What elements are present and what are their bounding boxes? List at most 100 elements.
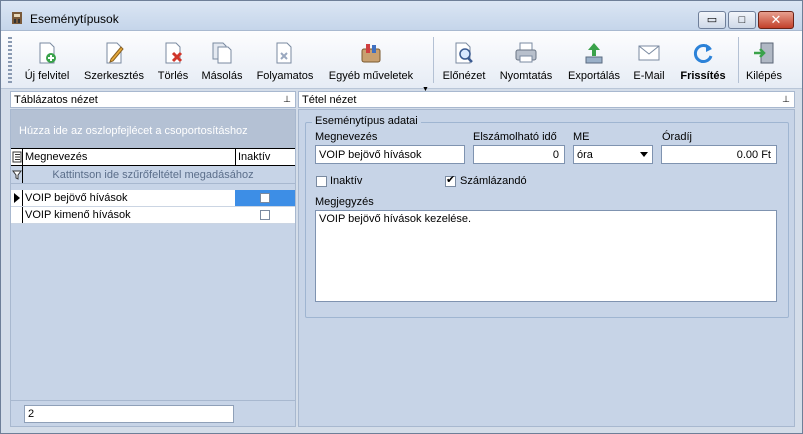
row-inactive-cell: [235, 207, 295, 223]
note-label: Megjegyzés: [315, 196, 374, 208]
column-separator: [235, 149, 236, 165]
filter-row[interactable]: Kattintson ide szűrőfeltétel megadásához: [11, 166, 295, 184]
row-indicator: [11, 190, 23, 206]
copy-icon: [212, 42, 232, 64]
continuous-label: Folyamatos: [256, 70, 314, 82]
copy-button[interactable]: Másolás: [199, 35, 245, 87]
exit-button[interactable]: Kilépés: [743, 35, 785, 87]
preview-label: Előnézet: [442, 70, 486, 82]
row-indicator: [11, 207, 23, 223]
toolbar-grip[interactable]: [8, 37, 12, 83]
row-inactive-cell: [235, 190, 295, 206]
other-actions-label: Egyéb műveletek: [328, 70, 414, 82]
table-row[interactable]: VOIP kimenő hívások: [11, 207, 295, 224]
refresh-button[interactable]: Frissítés: [675, 35, 731, 87]
new-label: Új felvitel: [24, 70, 70, 82]
group-by-hint: Húzza ide az oszlopfejlécet a csoportosí…: [19, 125, 248, 137]
record-count: 2: [28, 408, 35, 420]
detail-view-title: Tétel nézet: [302, 94, 357, 106]
billable-time-field[interactable]: 0: [473, 145, 565, 164]
grid-header-row: Megnevezés Inaktív: [11, 148, 295, 166]
new-button[interactable]: Új felvitel: [19, 35, 75, 87]
detail-view-header: Tétel nézet ⊥: [298, 91, 795, 108]
print-button[interactable]: Nyomtatás: [495, 35, 557, 87]
exit-label: Kilépés: [745, 70, 783, 82]
grid-footer: 2: [11, 400, 295, 426]
delete-label: Törlés: [157, 70, 189, 82]
grid-view-panel: Húzza ide az oszlopfejlécet a csoportosí…: [10, 109, 296, 427]
detail-view-panel: Eseménytípus adatai Megnevezés VOIP bejö…: [298, 109, 795, 427]
copy-label: Másolás: [201, 70, 243, 82]
export-button[interactable]: Exportálás: [563, 35, 625, 87]
billable-label: Számlázandó: [460, 175, 527, 187]
group-by-area[interactable]: Húzza ide az oszlopfejlécet a csoportosí…: [11, 110, 295, 148]
title-bar: Eseménytípusok ▭ □ ✕: [1, 1, 802, 31]
window-title: Eseménytípusok: [30, 12, 119, 26]
inactive-checkbox[interactable]: [260, 210, 270, 220]
column-list-icon: [12, 151, 22, 163]
minimize-icon: ▭: [706, 14, 718, 26]
hourly-rate-field[interactable]: 0.00 Ft: [661, 145, 777, 164]
unit-value: óra: [577, 149, 593, 161]
name-label: Megnevezés: [315, 131, 378, 143]
row-name: VOIP bejövő hívások: [25, 192, 128, 204]
tools-icon: [361, 44, 381, 63]
edit-icon: [106, 42, 124, 64]
inactive-label: Inaktív: [330, 175, 363, 187]
chevron-down-icon[interactable]: [640, 152, 648, 157]
data-grid: Megnevezés Inaktív Kattintson ide szűrőf…: [11, 148, 295, 400]
maximize-button[interactable]: □: [728, 11, 756, 29]
minimize-button[interactable]: ▭: [698, 11, 726, 29]
new-document-icon: [39, 42, 56, 64]
preview-icon: [455, 42, 473, 64]
column-chooser-button[interactable]: [11, 149, 23, 165]
group-title: Eseménytípus adatai: [312, 115, 421, 127]
row-name: VOIP kimenő hívások: [25, 209, 131, 221]
export-label: Exportálás: [568, 70, 620, 82]
grid-view-header: Táblázatos nézet ⊥: [10, 91, 296, 108]
envelope-icon: [638, 45, 660, 61]
edit-button[interactable]: Szerkesztés: [81, 35, 147, 87]
toolbar: Új felvitel Szerkesztés Törlés Másolás F…: [1, 31, 802, 93]
check-icon: ✔: [446, 174, 456, 186]
toolbar-separator: [433, 37, 434, 83]
edit-label: Szerkesztés: [84, 70, 144, 82]
event-type-data-group: Eseménytípus adatai Megnevezés VOIP bejö…: [305, 115, 789, 318]
refresh-label: Frissítés: [680, 70, 726, 82]
unit-select[interactable]: óra: [573, 145, 653, 164]
table-row[interactable]: VOIP bejövő hívások: [11, 190, 295, 207]
continuous-button[interactable]: Folyamatos: [253, 35, 317, 87]
current-row-icon: [14, 193, 20, 203]
email-label: E-Mail: [633, 70, 665, 82]
close-button[interactable]: ✕: [758, 11, 794, 29]
other-actions-button[interactable]: Egyéb műveletek: [325, 35, 417, 87]
preview-button[interactable]: Előnézet: [439, 35, 489, 87]
name-field[interactable]: VOIP bejövő hívások: [315, 145, 465, 164]
column-header-name[interactable]: Megnevezés: [25, 151, 87, 163]
continuous-icon: [276, 42, 292, 64]
maximize-icon: □: [738, 14, 746, 26]
refresh-icon: [693, 44, 713, 63]
note-textarea[interactable]: VOIP bejövő hívások kezelése.: [315, 210, 777, 302]
delete-button[interactable]: Törlés: [153, 35, 193, 87]
filter-hint: Kattintson ide szűrőfeltétel megadásához: [52, 169, 254, 181]
billable-time-label: Elszámolható idő: [473, 131, 557, 143]
inactive-checkbox[interactable]: [260, 193, 270, 203]
exit-door-icon: [754, 42, 774, 64]
record-count-box: 2: [24, 405, 234, 423]
billable-checkbox[interactable]: ✔: [445, 174, 456, 187]
printer-icon: [515, 42, 537, 63]
grid-view-title: Táblázatos nézet: [14, 94, 98, 106]
inactive-checkbox[interactable]: [316, 176, 327, 187]
column-header-inactive[interactable]: Inaktív: [238, 151, 270, 163]
app-icon: [12, 12, 22, 24]
window: Eseménytípusok ▭ □ ✕ Új felvitel Szerkes…: [0, 0, 803, 434]
close-icon: ✕: [770, 12, 782, 27]
email-button[interactable]: E-Mail: [629, 35, 669, 87]
toolbar-separator: [738, 37, 739, 83]
pin-icon[interactable]: ⊥: [283, 94, 291, 105]
delete-icon: [165, 42, 183, 64]
unit-label: ME: [573, 131, 590, 143]
print-label: Nyomtatás: [499, 70, 553, 82]
pin-icon[interactable]: ⊥: [782, 94, 790, 105]
